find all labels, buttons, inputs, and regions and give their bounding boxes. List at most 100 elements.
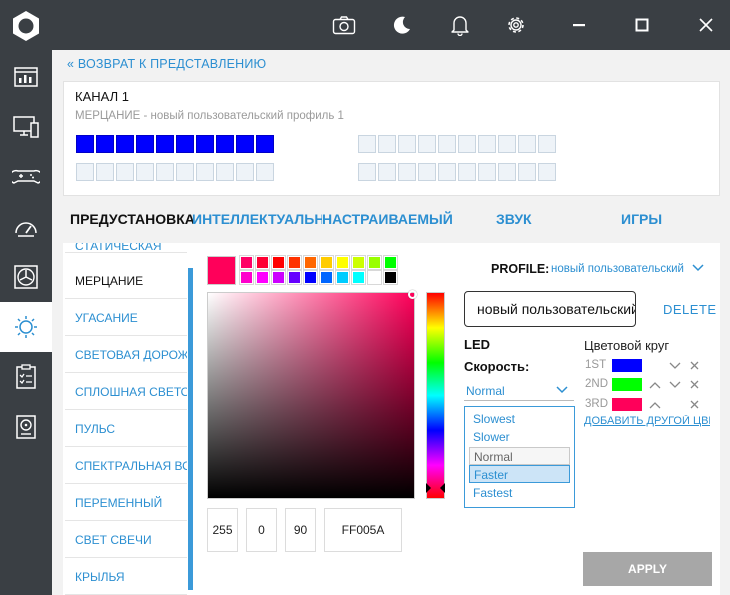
nav-gauge-icon[interactable] xyxy=(0,202,52,252)
tab-games[interactable]: ИГРЫ xyxy=(621,211,662,227)
led-cell[interactable] xyxy=(378,135,396,153)
color-swatch[interactable] xyxy=(271,270,286,285)
close-icon[interactable] xyxy=(693,12,719,38)
chevron-down-icon[interactable] xyxy=(692,264,704,272)
speed-option-slower[interactable]: Slower xyxy=(469,428,570,446)
delete-button[interactable]: DELETE xyxy=(663,302,717,317)
led-cell[interactable] xyxy=(116,135,134,153)
color-swatch[interactable] xyxy=(287,255,302,270)
led-cell[interactable] xyxy=(398,163,416,181)
wheel-entry-2-up-icon[interactable] xyxy=(649,381,661,389)
led-cell[interactable] xyxy=(458,163,476,181)
hue-slider[interactable] xyxy=(426,292,445,499)
color-swatch[interactable] xyxy=(319,270,334,285)
blue-value-field[interactable]: 90 xyxy=(285,508,316,552)
moon-icon[interactable] xyxy=(389,12,415,38)
speed-option-slowest[interactable]: Slowest xyxy=(469,410,570,428)
color-swatch[interactable] xyxy=(271,255,286,270)
speed-option-faster[interactable]: Faster xyxy=(469,465,570,483)
profile-name-input[interactable]: новый пользовательский профиль 1 xyxy=(464,291,636,327)
wheel-entry-2-swatch[interactable] xyxy=(612,378,642,391)
green-value-field[interactable]: 0 xyxy=(246,508,277,552)
led-cell[interactable] xyxy=(256,135,274,153)
gear-icon[interactable] xyxy=(503,12,529,38)
camera-icon[interactable] xyxy=(331,12,357,38)
led-cell[interactable] xyxy=(358,135,376,153)
color-swatch[interactable] xyxy=(255,270,270,285)
led-cell[interactable] xyxy=(538,135,556,153)
nav-lighting-icon[interactable] xyxy=(0,302,52,352)
wheel-entry-1-down-icon[interactable] xyxy=(669,362,681,370)
led-cell[interactable] xyxy=(176,135,194,153)
led-cell[interactable] xyxy=(438,163,456,181)
led-cell[interactable] xyxy=(116,163,134,181)
picker-handle[interactable] xyxy=(408,290,417,299)
nav-monitor-icon[interactable] xyxy=(0,102,52,152)
color-swatch[interactable] xyxy=(303,270,318,285)
led-cell[interactable] xyxy=(136,135,154,153)
effect-fade[interactable]: УГАСАНИЕ xyxy=(65,300,187,336)
color-swatch[interactable] xyxy=(303,255,318,270)
color-swatch[interactable] xyxy=(351,255,366,270)
nav-dashboard-icon[interactable] xyxy=(0,52,52,102)
add-color-link[interactable]: ДОБАВИТЬ ДРУГОЙ ЦВЕТ xyxy=(584,415,710,427)
color-swatch[interactable] xyxy=(335,255,350,270)
wheel-entry-3-swatch[interactable] xyxy=(612,398,642,411)
nav-gamepad-icon[interactable] xyxy=(0,152,52,202)
wheel-entry-1-remove-icon[interactable] xyxy=(690,361,699,370)
effect-spectrum-wave[interactable]: СПЕКТРАЛЬНАЯ ВОЛНА xyxy=(65,448,187,484)
tab-intelligent[interactable]: ИНТЕЛЛЕКТУАЛЬНЫ xyxy=(192,211,322,227)
wheel-entry-1-swatch[interactable] xyxy=(612,359,642,372)
led-cell[interactable] xyxy=(96,163,114,181)
led-cell[interactable] xyxy=(96,135,114,153)
led-cell[interactable] xyxy=(358,163,376,181)
led-cell[interactable] xyxy=(156,163,174,181)
effect-alternating[interactable]: ПЕРЕМЕННЫЙ xyxy=(65,485,187,521)
effect-solid-light[interactable]: СПЛОШНАЯ СВЕТОВАЯ xyxy=(65,374,187,410)
speed-chevron-down-icon[interactable] xyxy=(556,386,568,394)
led-cell[interactable] xyxy=(498,163,516,181)
color-swatch[interactable] xyxy=(239,270,254,285)
led-cell[interactable] xyxy=(418,135,436,153)
bell-icon[interactable] xyxy=(447,12,473,38)
color-swatch[interactable] xyxy=(383,255,398,270)
led-cell[interactable] xyxy=(76,163,94,181)
led-cell[interactable] xyxy=(236,135,254,153)
color-swatch[interactable] xyxy=(319,255,334,270)
color-swatch[interactable] xyxy=(367,270,382,285)
effect-blink[interactable]: МЕРЦАНИЕ xyxy=(65,263,187,299)
speed-option-fastest[interactable]: Fastest xyxy=(469,484,570,502)
tab-sound[interactable]: ЗВУК xyxy=(496,211,532,227)
tab-custom[interactable]: НАСТРАИВАЕМЫЙ xyxy=(322,211,453,227)
effect-pulse[interactable]: ПУЛЬС xyxy=(65,411,187,447)
speed-option-normal[interactable]: Normal xyxy=(469,447,570,465)
led-cell[interactable] xyxy=(398,135,416,153)
led-cell[interactable] xyxy=(518,135,536,153)
red-value-field[interactable]: 255 xyxy=(207,508,238,552)
effect-list-scrollbar[interactable] xyxy=(188,268,193,590)
maximize-icon[interactable] xyxy=(629,12,655,38)
led-cell[interactable] xyxy=(378,163,396,181)
led-cell[interactable] xyxy=(538,163,556,181)
led-cell[interactable] xyxy=(438,135,456,153)
led-cell[interactable] xyxy=(458,135,476,153)
apply-button[interactable]: APPLY xyxy=(583,552,712,586)
color-swatch[interactable] xyxy=(351,270,366,285)
profile-dropdown[interactable]: новый пользовательский профиль 1 xyxy=(551,263,687,275)
hex-value-field[interactable]: FF005A xyxy=(324,508,402,552)
led-cell[interactable] xyxy=(76,135,94,153)
led-cell[interactable] xyxy=(136,163,154,181)
led-cell[interactable] xyxy=(256,163,274,181)
wheel-entry-2-remove-icon[interactable] xyxy=(690,380,699,389)
effect-light-track[interactable]: СВЕТОВАЯ ДОРОЖКА xyxy=(65,337,187,373)
nav-storage-icon[interactable] xyxy=(0,402,52,452)
back-to-view-link[interactable]: « ВОЗВРАТ К ПРЕДСТАВЛЕНИЮ xyxy=(67,57,266,71)
minimize-icon[interactable] xyxy=(566,12,592,38)
color-swatch[interactable] xyxy=(239,255,254,270)
led-cell[interactable] xyxy=(156,135,174,153)
effect-wings[interactable]: КРЫЛЬЯ xyxy=(65,559,187,595)
led-cell[interactable] xyxy=(478,163,496,181)
led-cell[interactable] xyxy=(216,135,234,153)
led-cell[interactable] xyxy=(216,163,234,181)
wheel-entry-3-up-icon[interactable] xyxy=(649,401,661,409)
